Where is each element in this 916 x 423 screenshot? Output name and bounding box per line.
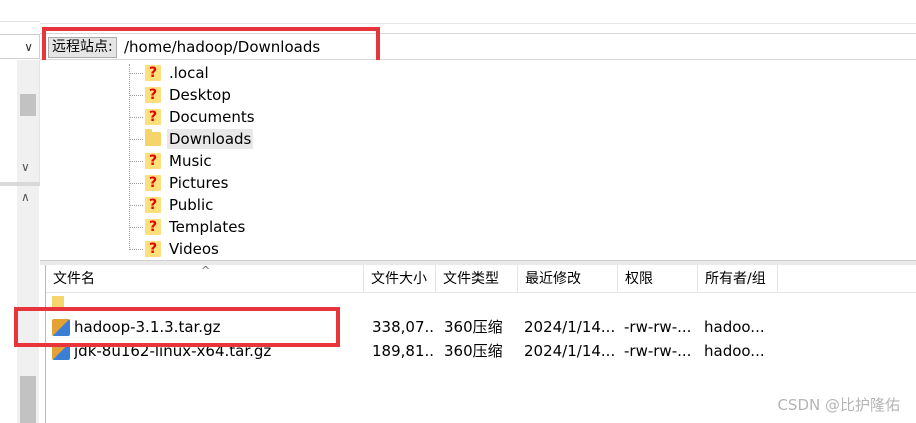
- chevron-down-icon[interactable]: ∨: [24, 40, 33, 54]
- tree-item-desktop[interactable]: ? Desktop: [129, 84, 233, 106]
- scroll-down-arrow-icon[interactable]: ∨: [21, 160, 30, 174]
- unknown-folder-icon: ?: [145, 153, 161, 169]
- unknown-folder-icon: ?: [145, 109, 161, 125]
- local-tree-area: ∨: [0, 60, 40, 182]
- file-list-header: 文件名 ^ 文件大小 文件类型 最近修改 权限 所有者/组: [46, 264, 916, 293]
- remote-toolbar-strip: [40, 0, 916, 24]
- remote-site-label: 远程站点:: [48, 37, 117, 58]
- file-type: 360压缩: [444, 318, 503, 336]
- tree-item-label: Desktop: [169, 86, 231, 104]
- tree-item-label: Videos: [169, 240, 219, 258]
- column-header-modified[interactable]: 最近修改: [518, 265, 618, 293]
- parent-folder-icon: [52, 296, 64, 310]
- column-header-owner[interactable]: 所有者/组: [698, 265, 778, 293]
- file-owner: hadoo...: [704, 342, 765, 360]
- local-site-combobox[interactable]: ∨: [0, 34, 40, 59]
- scroll-thumb[interactable]: [20, 94, 36, 116]
- column-header-label: 文件名: [53, 271, 95, 287]
- column-header-permissions[interactable]: 权限: [618, 265, 698, 293]
- remote-site-bar: 远程站点:: [40, 33, 916, 60]
- file-modified: 2024/1/14...: [524, 318, 616, 336]
- file-name: hadoop-3.1.3.tar.gz: [74, 318, 221, 336]
- scroll-up-arrow-icon[interactable]: ∧: [21, 190, 30, 204]
- remote-path-input[interactable]: [120, 35, 380, 58]
- file-name: jdk-8u162-linux-x64.tar.gz: [74, 342, 272, 360]
- file-size: 189,81...: [372, 342, 434, 360]
- tree-item-public[interactable]: ? Public: [129, 194, 215, 216]
- tree-item-label: Downloads: [167, 129, 254, 149]
- tree-item-label: Templates: [169, 218, 246, 236]
- unknown-folder-icon: ?: [145, 219, 161, 235]
- scroll-thumb[interactable]: [20, 376, 36, 423]
- file-size: 338,07...: [372, 318, 434, 336]
- file-modified: 2024/1/14...: [524, 342, 616, 360]
- remote-folder-tree: ? .local ? Desktop ? Documents Downloads…: [40, 60, 916, 260]
- tree-item-label: .local: [169, 64, 209, 82]
- tree-item-label: Pictures: [169, 174, 229, 192]
- watermark-text: CSDN @比护隆佑: [777, 396, 900, 414]
- unknown-folder-icon: ?: [145, 87, 161, 103]
- tree-item-templates[interactable]: ? Templates: [129, 216, 247, 238]
- archive-icon: [52, 319, 70, 336]
- local-tree-scrollbar[interactable]: ∨: [17, 60, 39, 182]
- local-pane: ∨ ∨ ∧: [0, 0, 40, 423]
- table-row-parent[interactable]: [46, 292, 916, 314]
- sort-ascending-icon: ^: [201, 264, 211, 277]
- tree-item-label: Documents: [169, 108, 255, 126]
- table-row[interactable]: jdk-8u162-linux-x64.tar.gz 189,81... 360…: [46, 340, 916, 362]
- tree-item-downloads[interactable]: Downloads: [129, 128, 254, 150]
- local-list-scrollbar[interactable]: ∧: [17, 186, 39, 423]
- file-type: 360压缩: [444, 342, 503, 360]
- file-permissions: -rw-rw-...: [624, 342, 692, 360]
- tree-item-documents[interactable]: ? Documents: [129, 106, 257, 128]
- file-owner: hadoo...: [704, 318, 765, 336]
- column-header-filename[interactable]: 文件名 ^: [46, 264, 364, 293]
- folder-icon: [145, 129, 161, 146]
- file-permissions: -rw-rw-...: [624, 318, 692, 336]
- tree-item-music[interactable]: ? Music: [129, 150, 214, 172]
- table-row[interactable]: hadoop-3.1.3.tar.gz 338,07... 360压缩 2024…: [46, 316, 916, 338]
- local-toolbar-strip: [0, 0, 40, 22]
- unknown-folder-icon: ?: [145, 175, 161, 191]
- tree-item-label: Public: [169, 196, 214, 214]
- unknown-folder-icon: ?: [145, 65, 161, 81]
- unknown-folder-icon: ?: [145, 197, 161, 213]
- tree-item-label: Music: [169, 152, 212, 170]
- tree-item-local[interactable]: ? .local: [129, 62, 211, 84]
- column-header-type[interactable]: 文件类型: [436, 265, 518, 293]
- tree-item-pictures[interactable]: ? Pictures: [129, 172, 230, 194]
- archive-icon: [52, 343, 70, 360]
- unknown-folder-icon: ?: [145, 241, 161, 257]
- column-header-size[interactable]: 文件大小: [364, 265, 436, 293]
